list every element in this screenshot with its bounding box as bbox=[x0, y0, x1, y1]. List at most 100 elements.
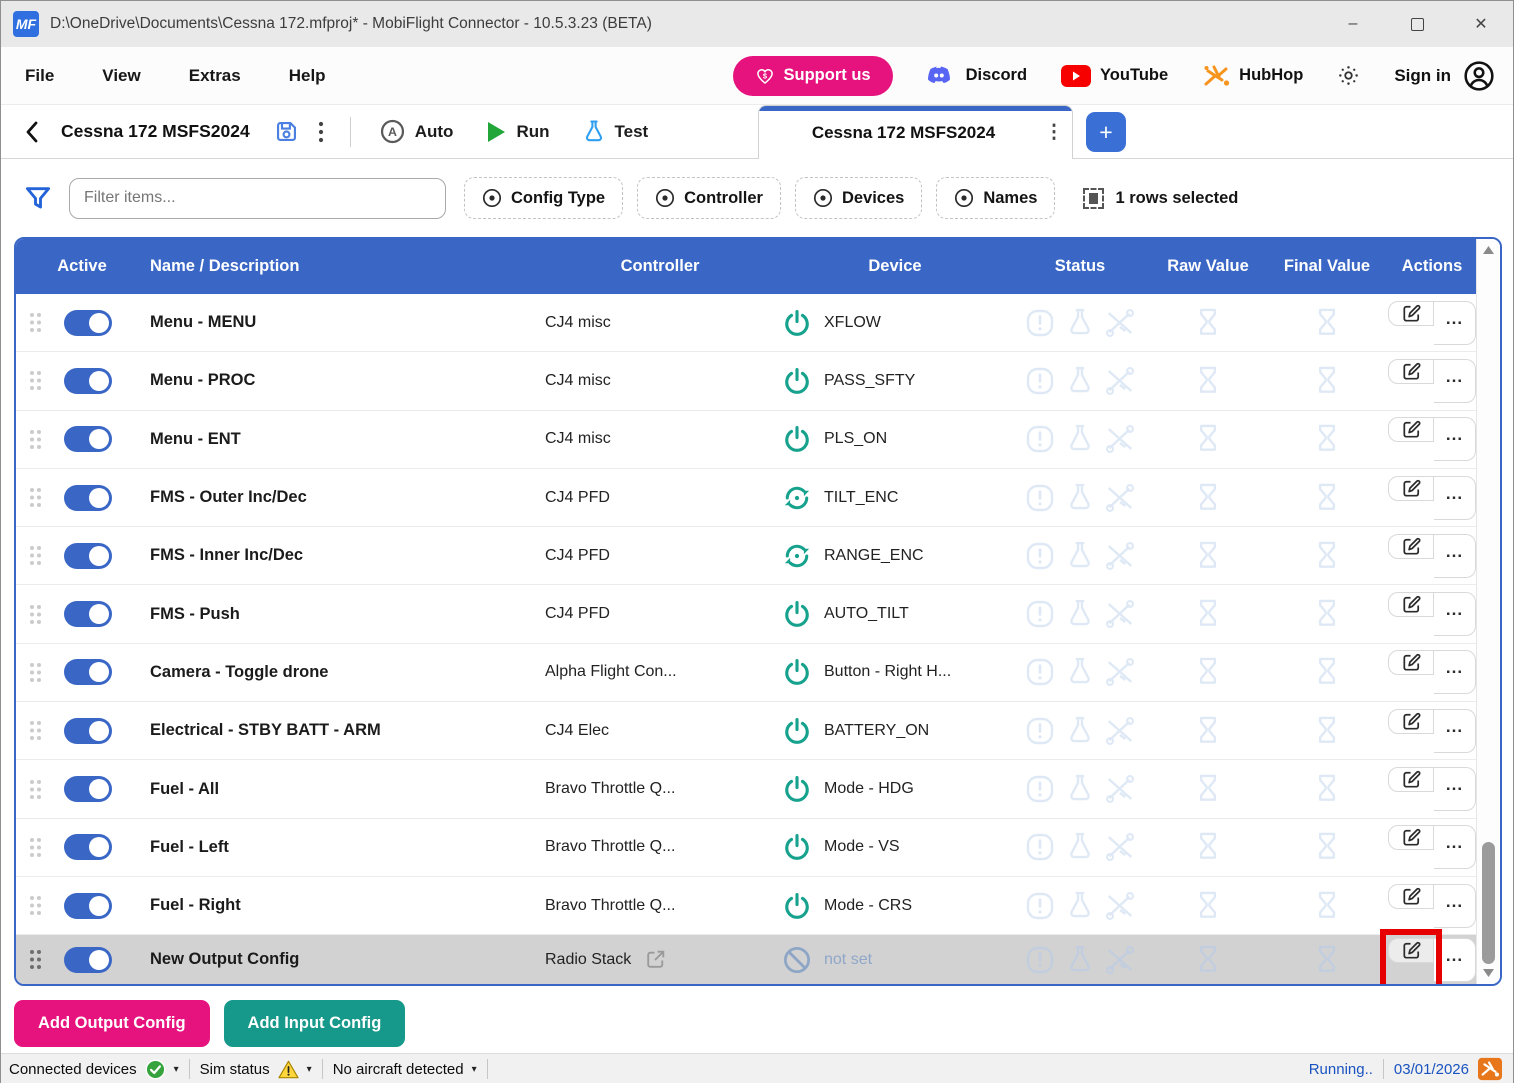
edit-config-button[interactable] bbox=[1388, 709, 1434, 734]
edit-config-button[interactable] bbox=[1388, 592, 1434, 617]
table-row[interactable]: Fuel - Left Bravo Throttle Q... Mode - V… bbox=[16, 819, 1476, 877]
drag-handle-icon[interactable] bbox=[28, 544, 43, 567]
scroll-up-button[interactable] bbox=[1477, 245, 1500, 255]
drag-handle-icon[interactable] bbox=[28, 719, 43, 742]
drag-handle-icon[interactable] bbox=[28, 428, 43, 451]
menu-item-help[interactable]: Help bbox=[289, 66, 326, 86]
edit-config-button[interactable] bbox=[1388, 767, 1434, 792]
theme-brightness-icon[interactable] bbox=[1337, 64, 1360, 87]
drag-handle-icon[interactable] bbox=[28, 778, 43, 801]
close-button[interactable]: ✕ bbox=[1449, 1, 1513, 47]
row-more-actions-button[interactable]: ... bbox=[1434, 359, 1476, 403]
back-button[interactable] bbox=[15, 119, 49, 145]
drag-handle-icon[interactable] bbox=[28, 836, 43, 859]
table-row[interactable]: Electrical - STBY BATT - ARM CJ4 Elec BA… bbox=[16, 702, 1476, 760]
drag-handle-icon[interactable] bbox=[28, 369, 43, 392]
active-toggle[interactable] bbox=[64, 310, 112, 336]
row-more-actions-button[interactable]: ... bbox=[1434, 534, 1476, 578]
table-row[interactable]: Fuel - All Bravo Throttle Q... Mode - HD… bbox=[16, 760, 1476, 818]
table-row[interactable]: FMS - Push CJ4 PFD AUTO_TILT bbox=[16, 585, 1476, 643]
scrollbar-thumb[interactable] bbox=[1482, 842, 1495, 964]
active-toggle[interactable] bbox=[64, 718, 112, 744]
active-toggle[interactable] bbox=[64, 776, 112, 802]
active-toggle[interactable] bbox=[64, 485, 112, 511]
edit-config-button[interactable] bbox=[1388, 359, 1434, 384]
row-more-actions-button[interactable]: ... bbox=[1434, 938, 1476, 982]
active-toggle[interactable] bbox=[64, 426, 112, 452]
tab-menu-button[interactable]: ⋮ bbox=[1036, 121, 1072, 144]
table-row[interactable]: Menu - MENU CJ4 misc XFLOW bbox=[16, 294, 1476, 352]
table-row[interactable]: New Output Config Radio Stack not set bbox=[16, 935, 1476, 984]
row-more-actions-button[interactable]: ... bbox=[1434, 476, 1476, 520]
sim-status[interactable]: Sim status ▾ bbox=[200, 1060, 312, 1079]
filter-pill-config-type[interactable]: Config Type bbox=[464, 177, 623, 219]
active-toggle[interactable] bbox=[64, 601, 112, 627]
project-menu-button[interactable] bbox=[304, 113, 338, 151]
active-toggle[interactable] bbox=[64, 893, 112, 919]
row-more-actions-button[interactable]: ... bbox=[1434, 884, 1476, 928]
edit-config-button[interactable] bbox=[1388, 884, 1434, 909]
run-button[interactable]: Run bbox=[485, 120, 549, 144]
add-output-config-button[interactable]: Add Output Config bbox=[14, 1000, 210, 1047]
table-row[interactable]: FMS - Inner Inc/Dec CJ4 PFD RANGE_ENC bbox=[16, 527, 1476, 585]
table-row[interactable]: Menu - PROC CJ4 misc PASS_SFTY bbox=[16, 352, 1476, 410]
row-device: Mode - VS bbox=[824, 838, 900, 856]
drag-handle-icon[interactable] bbox=[28, 311, 43, 334]
edit-config-button[interactable] bbox=[1388, 476, 1434, 501]
add-input-config-button[interactable]: Add Input Config bbox=[224, 1000, 406, 1047]
menu-item-view[interactable]: View bbox=[102, 66, 140, 86]
row-more-actions-button[interactable]: ... bbox=[1434, 301, 1476, 345]
edit-config-button[interactable] bbox=[1388, 417, 1434, 442]
row-device: PLS_ON bbox=[824, 430, 887, 448]
support-us-button[interactable]: $ Support us bbox=[733, 56, 893, 96]
row-more-actions-button[interactable]: ... bbox=[1434, 417, 1476, 461]
drag-handle-icon[interactable] bbox=[28, 486, 43, 509]
active-toggle[interactable] bbox=[64, 543, 112, 569]
youtube-link[interactable]: YouTube bbox=[1061, 65, 1168, 87]
table-row[interactable]: FMS - Outer Inc/Dec CJ4 PFD TILT_ENC bbox=[16, 469, 1476, 527]
minimize-button[interactable]: – bbox=[1321, 1, 1385, 47]
table-row[interactable]: Camera - Toggle drone Alpha Flight Con..… bbox=[16, 644, 1476, 702]
external-link-icon[interactable] bbox=[643, 947, 668, 972]
connected-devices-status[interactable]: Connected devices ▾ bbox=[9, 1059, 179, 1080]
save-button[interactable] bbox=[270, 113, 304, 151]
auto-button[interactable]: A Auto bbox=[379, 118, 454, 145]
edit-config-button[interactable] bbox=[1388, 534, 1434, 559]
filter-pill-devices[interactable]: Devices bbox=[795, 177, 922, 219]
scroll-down-button[interactable] bbox=[1477, 968, 1500, 978]
filter-pill-controller[interactable]: Controller bbox=[637, 177, 781, 219]
menu-item-extras[interactable]: Extras bbox=[189, 66, 241, 86]
edit-config-button[interactable] bbox=[1388, 301, 1434, 326]
drag-handle-icon[interactable] bbox=[28, 661, 43, 684]
add-tab-button[interactable]: + bbox=[1086, 112, 1126, 152]
drag-handle-icon[interactable] bbox=[28, 603, 43, 626]
menu-item-file[interactable]: File bbox=[25, 66, 54, 86]
hubhop-link[interactable]: HubHop bbox=[1202, 63, 1303, 89]
row-more-actions-button[interactable]: ... bbox=[1434, 650, 1476, 694]
drag-handle-icon[interactable] bbox=[28, 894, 43, 917]
test-button[interactable]: Test bbox=[582, 119, 649, 145]
row-more-actions-button[interactable]: ... bbox=[1434, 825, 1476, 869]
active-toggle[interactable] bbox=[64, 834, 112, 860]
discord-link[interactable]: Discord bbox=[927, 64, 1027, 87]
sign-in-button[interactable]: Sign in bbox=[1394, 60, 1495, 92]
active-toggle[interactable] bbox=[64, 659, 112, 685]
drag-handle-icon[interactable] bbox=[28, 948, 43, 971]
status-precondition-icon bbox=[1104, 944, 1136, 976]
tab-cessna-172-msfs2024[interactable]: Cessna 172 MSFS2024 ⋮ bbox=[758, 105, 1073, 159]
active-toggle[interactable] bbox=[64, 947, 112, 973]
filter-input[interactable] bbox=[69, 178, 446, 219]
maximize-button[interactable] bbox=[1385, 1, 1449, 47]
edit-config-button[interactable] bbox=[1388, 825, 1434, 850]
edit-config-button[interactable] bbox=[1388, 650, 1434, 675]
active-toggle[interactable] bbox=[64, 368, 112, 394]
row-more-actions-button[interactable]: ... bbox=[1434, 592, 1476, 636]
edit-config-button[interactable] bbox=[1388, 938, 1434, 963]
table-row[interactable]: Fuel - Right Bravo Throttle Q... Mode - … bbox=[16, 877, 1476, 935]
row-more-actions-button[interactable]: ... bbox=[1434, 767, 1476, 811]
vertical-scrollbar[interactable] bbox=[1476, 239, 1500, 984]
aircraft-status[interactable]: No aircraft detected ▾ bbox=[333, 1061, 477, 1078]
table-row[interactable]: Menu - ENT CJ4 misc PLS_ON bbox=[16, 411, 1476, 469]
row-more-actions-button[interactable]: ... bbox=[1434, 709, 1476, 753]
filter-pill-names[interactable]: Names bbox=[936, 177, 1055, 219]
